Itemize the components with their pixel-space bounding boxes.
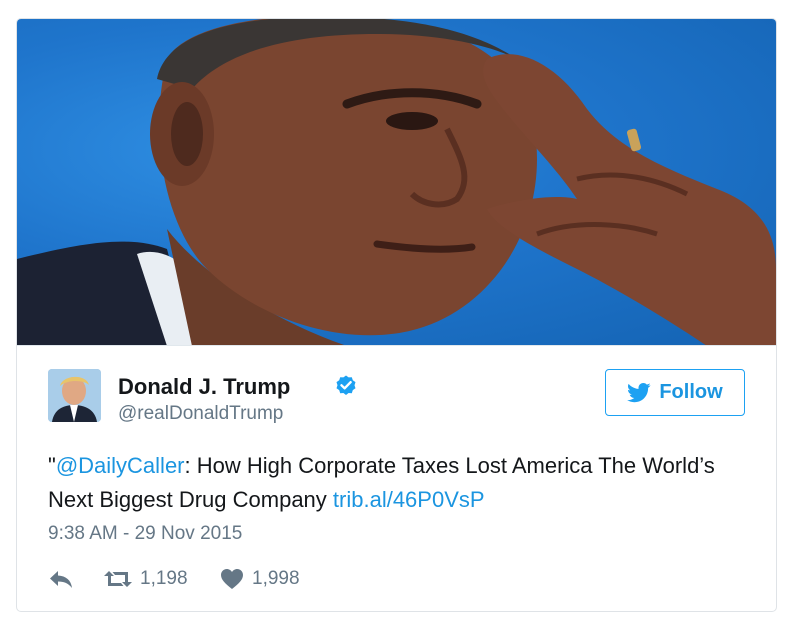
- verified-badge-icon: [336, 375, 356, 395]
- retweet-count: 1,198: [140, 568, 188, 589]
- retweet-icon: [104, 571, 132, 587]
- tweet-photo[interactable]: [17, 19, 776, 346]
- follow-label: Follow: [659, 381, 723, 403]
- timestamp[interactable]: 9:38 AM - 29 Nov 2015: [48, 523, 242, 545]
- author-name[interactable]: Donald J. Trump: [118, 374, 290, 400]
- tweet-card: Donald J. Trump @realDonaldTrump Follow …: [16, 18, 777, 612]
- follow-button[interactable]: Follow: [605, 369, 745, 416]
- avatar-image: [48, 369, 101, 422]
- action-bar: 1,198 1,998: [48, 564, 448, 594]
- url-link[interactable]: trib.al/46P0VsP: [333, 487, 485, 512]
- open-quote: ": [48, 453, 56, 478]
- tweet-text: "@DailyCaller: How High Corporate Taxes …: [48, 449, 748, 517]
- mention-link[interactable]: @DailyCaller: [56, 453, 185, 478]
- like-count: 1,998: [252, 568, 300, 589]
- portrait-image: [17, 19, 776, 345]
- avatar[interactable]: [48, 369, 101, 422]
- twitter-bird-icon: [627, 382, 651, 402]
- reply-icon: [50, 571, 72, 588]
- heart-icon: [221, 569, 243, 589]
- retweet-button[interactable]: 1,198: [104, 564, 188, 594]
- reply-button[interactable]: [48, 564, 74, 594]
- like-button[interactable]: 1,998: [220, 564, 300, 594]
- author-handle[interactable]: @realDonaldTrump: [118, 403, 283, 425]
